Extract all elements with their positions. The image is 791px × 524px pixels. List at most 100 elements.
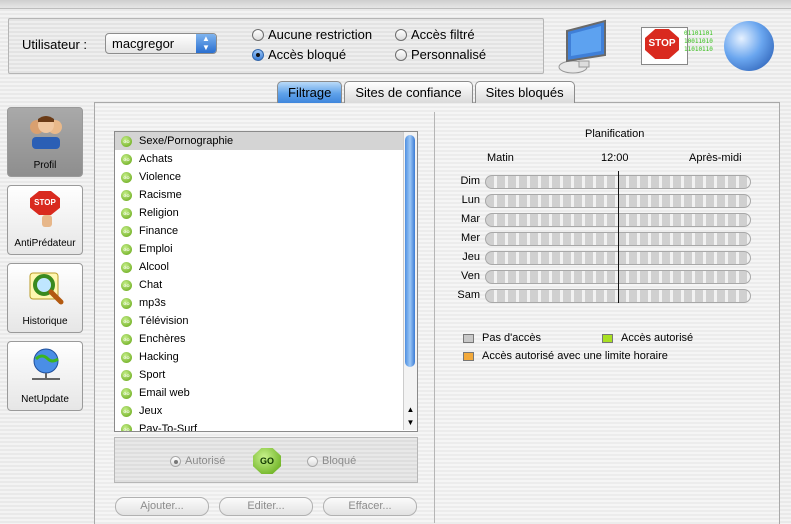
radio-aucune-restriction[interactable]: Aucune restriction bbox=[252, 27, 372, 42]
sidebar-item-profil[interactable]: Profil bbox=[7, 107, 83, 177]
people-icon bbox=[30, 116, 62, 149]
go-status-icon: GO bbox=[121, 333, 132, 345]
go-status-icon: GO bbox=[121, 369, 132, 381]
sidebar: Profil STOP AntiPrédateur Historique Net… bbox=[7, 107, 85, 419]
list-item[interactable]: GO Alcool bbox=[115, 258, 417, 276]
scroll-down-arrow-icon[interactable]: ▼ bbox=[404, 417, 417, 429]
globe-icon bbox=[724, 21, 774, 71]
list-item[interactable]: GO Chat bbox=[115, 276, 417, 294]
tab-filtrage[interactable]: Filtrage bbox=[277, 81, 343, 103]
list-item-label: Emploi bbox=[139, 243, 173, 255]
sidebar-item-antipredateur[interactable]: STOP AntiPrédateur bbox=[7, 185, 83, 255]
go-badge-icon: GO bbox=[253, 448, 281, 474]
list-item[interactable]: GO Pay-To-Surf bbox=[115, 420, 417, 432]
binary-line: 11010110 bbox=[684, 46, 713, 53]
sidebar-item-label: AntiPrédateur bbox=[14, 238, 76, 249]
schedule-day-label: Dim bbox=[460, 175, 480, 187]
list-item[interactable]: GO Sexe/Pornographie bbox=[115, 132, 417, 150]
tab-bar: Filtrage Sites de confiance Sites bloqué… bbox=[277, 81, 575, 103]
category-list[interactable]: GO Sexe/Pornographie GO Achats GO Violence GO R… bbox=[114, 131, 418, 432]
list-item-label: Alcool bbox=[139, 261, 169, 273]
panel-divider bbox=[434, 112, 435, 523]
tab-sites-bloques[interactable]: Sites bloqués bbox=[474, 81, 575, 103]
schedule-day-label: Lun bbox=[461, 194, 480, 206]
scroll-up-arrow-icon[interactable]: ▲ bbox=[404, 404, 417, 416]
go-status-icon: GO bbox=[121, 153, 132, 165]
radio-bloque[interactable]: Bloqué bbox=[307, 455, 356, 467]
list-item[interactable]: GO Télévision bbox=[115, 312, 417, 330]
stop-hand-icon: STOP bbox=[30, 191, 62, 229]
go-status-icon: GO bbox=[121, 279, 132, 291]
list-item[interactable]: GO Email web bbox=[115, 384, 417, 402]
go-status-icon: GO bbox=[121, 135, 132, 147]
schedule-day-label: Mar bbox=[461, 213, 480, 225]
list-item[interactable]: GO mp3s bbox=[115, 294, 417, 312]
legend-limited: Accès autorisé avec une limite horaire bbox=[463, 350, 668, 362]
list-item[interactable]: GO Finance bbox=[115, 222, 417, 240]
magnifier-icon bbox=[29, 272, 64, 305]
list-item-label: Jeux bbox=[139, 405, 163, 417]
scrollbar-thumb[interactable] bbox=[405, 135, 415, 367]
go-status-icon: GO bbox=[121, 351, 132, 363]
chevron-updown-icon: ▲ ▼ bbox=[196, 34, 216, 53]
go-status-icon: GO bbox=[121, 171, 132, 183]
radio-label: Accès bloqué bbox=[268, 47, 347, 62]
add-button[interactable]: Ajouter... bbox=[115, 497, 209, 516]
radio-circle-selected-icon bbox=[170, 455, 181, 467]
sidebar-item-historique[interactable]: Historique bbox=[7, 263, 83, 333]
delete-button[interactable]: Effacer... bbox=[323, 497, 417, 516]
user-label: Utilisateur : bbox=[22, 37, 88, 52]
list-item-label: Hacking bbox=[139, 351, 179, 363]
schedule-day-label: Jeu bbox=[462, 251, 480, 263]
radio-autorise[interactable]: Autorisé bbox=[170, 455, 225, 467]
radio-personnalise[interactable]: Personnalisé bbox=[395, 47, 486, 62]
list-item[interactable]: GO Hacking bbox=[115, 348, 417, 366]
schedule-day-label: Mer bbox=[461, 232, 480, 244]
sidebar-item-netupdate[interactable]: NetUpdate bbox=[7, 341, 83, 411]
list-item[interactable]: GO Religion bbox=[115, 204, 417, 222]
list-item[interactable]: GO Jeux bbox=[115, 402, 417, 420]
go-status-icon: GO bbox=[121, 243, 132, 255]
list-item[interactable]: GO Sport bbox=[115, 366, 417, 384]
list-item[interactable]: GO Racisme bbox=[115, 186, 417, 204]
stop-sign-text: STOP bbox=[30, 191, 60, 215]
list-item[interactable]: GO Emploi bbox=[115, 240, 417, 258]
go-status-icon: GO bbox=[121, 189, 132, 201]
sidebar-item-label: Historique bbox=[22, 316, 68, 327]
schedule-noon-label: 12:00 bbox=[601, 152, 629, 164]
go-status-icon: GO bbox=[121, 315, 132, 327]
list-item-label: Télévision bbox=[139, 315, 189, 327]
list-item-label: Pay-To-Surf bbox=[139, 423, 198, 432]
binary-code-logo: 01101101 10011010 11010110 bbox=[684, 30, 713, 54]
binary-line: 01101101 bbox=[684, 30, 713, 37]
tab-sites-de-confiance[interactable]: Sites de confiance bbox=[344, 81, 473, 103]
list-item-label: Finance bbox=[139, 225, 179, 237]
radio-acces-filtre[interactable]: Accès filtré bbox=[395, 27, 475, 42]
edit-button[interactable]: Editer... bbox=[219, 497, 313, 516]
computer-icon bbox=[558, 19, 606, 74]
list-item[interactable]: GO Violence bbox=[115, 168, 417, 186]
radio-circle-selected-icon bbox=[252, 48, 264, 61]
list-item-label: Sport bbox=[139, 369, 166, 381]
list-scrollbar[interactable]: ▲ ▼ bbox=[403, 132, 417, 430]
go-status-icon: GO bbox=[121, 297, 132, 309]
radio-circle-icon bbox=[307, 455, 318, 467]
radio-acces-bloque[interactable]: Accès bloqué bbox=[252, 47, 346, 62]
sidebar-item-label: NetUpdate bbox=[21, 394, 69, 405]
legend-label: Accès autorisé bbox=[621, 332, 694, 344]
list-item-label: Chat bbox=[139, 279, 163, 291]
radio-circle-icon bbox=[252, 28, 264, 41]
list-item[interactable]: GO Enchères bbox=[115, 330, 417, 348]
legend-swatch-green bbox=[602, 333, 613, 343]
list-item-label: mp3s bbox=[139, 297, 166, 309]
binary-line: 10011010 bbox=[684, 38, 713, 45]
user-select-value: macgregor bbox=[112, 36, 175, 51]
list-item-label: Racisme bbox=[139, 189, 182, 201]
list-item-label: Violence bbox=[139, 171, 181, 183]
radio-label: Accès filtré bbox=[411, 27, 475, 42]
user-select[interactable]: macgregor ▲ ▼ bbox=[105, 33, 217, 54]
go-status-icon: GO bbox=[121, 423, 132, 431]
schedule-day-label: Ven bbox=[461, 270, 480, 282]
list-item[interactable]: GO Achats bbox=[115, 150, 417, 168]
go-status-icon: GO bbox=[121, 207, 132, 219]
